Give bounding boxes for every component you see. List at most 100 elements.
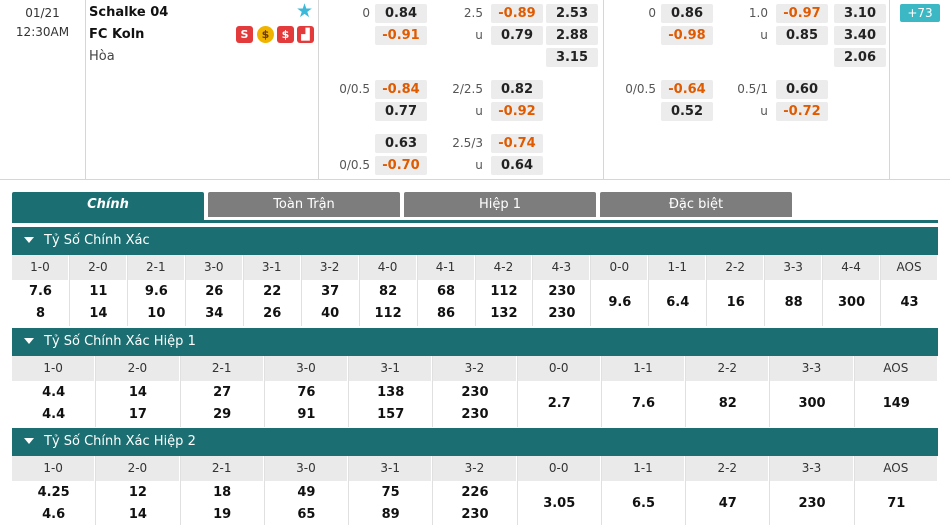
score-odd[interactable]: 7.6 bbox=[12, 281, 69, 303]
tab-first-half[interactable]: Hiệp 1 bbox=[404, 192, 596, 217]
score-odd[interactable]: 2.7 bbox=[518, 393, 601, 415]
hdp-away-odd[interactable]: -0.91 bbox=[375, 26, 427, 45]
score-odd[interactable]: 7.6 bbox=[602, 393, 685, 415]
section-header[interactable]: Tỷ Số Chính Xác bbox=[12, 227, 938, 255]
score-odd[interactable]: 82 bbox=[686, 393, 769, 415]
hdp-away-odd[interactable]: 0.77 bbox=[375, 102, 427, 121]
score-odd[interactable]: 76 bbox=[265, 382, 348, 404]
score-odd[interactable]: 14 bbox=[96, 504, 179, 525]
ou-under-odd[interactable]: 0.64 bbox=[491, 156, 543, 175]
ou-under-odd[interactable]: 0.79 bbox=[491, 26, 543, 45]
section-header[interactable]: Tỷ Số Chính Xác Hiệp 2 bbox=[12, 428, 938, 456]
score-odd[interactable]: 17 bbox=[96, 404, 179, 426]
h1-ou-under-odd[interactable]: -0.72 bbox=[776, 102, 828, 121]
collapse-arrow-icon[interactable] bbox=[24, 236, 34, 243]
score-odd[interactable]: 6.5 bbox=[602, 493, 685, 515]
score-odd[interactable]: 230 bbox=[433, 382, 516, 404]
score-odd[interactable]: 230 bbox=[770, 493, 853, 515]
score-odd[interactable]: 89 bbox=[349, 504, 432, 525]
h1-hdp-home-odd[interactable]: 0.86 bbox=[661, 4, 713, 23]
score-odd[interactable]: 230 bbox=[433, 504, 516, 525]
score-odd[interactable]: 300 bbox=[770, 393, 853, 415]
ou-over-odd[interactable]: 0.82 bbox=[491, 80, 543, 99]
h1-x12-away-odd[interactable]: 3.40 bbox=[834, 26, 886, 45]
tab-full-match[interactable]: Toàn Trận bbox=[208, 192, 400, 217]
score-odd[interactable]: 34 bbox=[186, 303, 243, 325]
h1-x12-home-odd[interactable]: 3.10 bbox=[834, 4, 886, 23]
home-team[interactable]: Schalke 04 bbox=[89, 5, 168, 20]
score-odd[interactable]: 65 bbox=[265, 504, 348, 525]
score-odd[interactable]: 11 bbox=[70, 281, 127, 303]
score-odd[interactable]: 12 bbox=[96, 482, 179, 504]
x12-draw-odd[interactable]: 3.15 bbox=[546, 48, 598, 67]
score-odd[interactable]: 230 bbox=[533, 281, 590, 303]
score-odd[interactable]: 75 bbox=[349, 482, 432, 504]
h1-hdp-away-odd[interactable]: 0.52 bbox=[661, 102, 713, 121]
score-odd[interactable]: 49 bbox=[265, 482, 348, 504]
score-odd[interactable]: 16 bbox=[707, 292, 764, 314]
tab-main[interactable]: Chính bbox=[12, 192, 204, 220]
chart-icon[interactable]: ▟ bbox=[297, 26, 314, 43]
score-odd[interactable]: 22 bbox=[244, 281, 301, 303]
score-odd[interactable]: 112 bbox=[360, 303, 417, 325]
favorite-star-icon[interactable]: ★ bbox=[296, 2, 313, 21]
score-odd[interactable]: 4.4 bbox=[12, 404, 95, 426]
score-odd[interactable]: 19 bbox=[181, 504, 264, 525]
score-odd[interactable]: 68 bbox=[418, 281, 475, 303]
score-odd[interactable]: 82 bbox=[360, 281, 417, 303]
score-odd[interactable]: 29 bbox=[181, 404, 264, 426]
away-team[interactable]: FC Koln bbox=[89, 27, 144, 42]
score-odd[interactable]: 230 bbox=[533, 303, 590, 325]
score-odd[interactable]: 9.6 bbox=[591, 292, 648, 314]
more-markets-button[interactable]: +73 bbox=[900, 4, 940, 22]
ou-over-odd[interactable]: -0.74 bbox=[491, 134, 543, 153]
ou-over-odd[interactable]: -0.89 bbox=[491, 4, 543, 23]
dollar-icon[interactable]: $ bbox=[277, 26, 294, 43]
score-odd[interactable]: 149 bbox=[855, 393, 938, 415]
score-odd[interactable]: 8 bbox=[12, 303, 69, 325]
x12-home-odd[interactable]: 2.53 bbox=[546, 4, 598, 23]
score-odd[interactable]: 4.4 bbox=[12, 382, 95, 404]
score-odd[interactable]: 9.6 bbox=[128, 281, 185, 303]
ou-under-odd[interactable]: -0.92 bbox=[491, 102, 543, 121]
score-odd[interactable]: 37 bbox=[302, 281, 359, 303]
score-odd[interactable]: 26 bbox=[244, 303, 301, 325]
score-odd[interactable]: 18 bbox=[181, 482, 264, 504]
hdp-home-odd[interactable]: 0.63 bbox=[375, 134, 427, 153]
score-odd[interactable]: 226 bbox=[433, 482, 516, 504]
score-odd[interactable]: 112 bbox=[476, 281, 533, 303]
section-header[interactable]: Tỷ Số Chính Xác Hiệp 1 bbox=[12, 328, 938, 356]
score-odd[interactable]: 14 bbox=[96, 382, 179, 404]
score-odd[interactable]: 86 bbox=[418, 303, 475, 325]
score-odd[interactable]: 132 bbox=[476, 303, 533, 325]
h1-ou-over-odd[interactable]: -0.97 bbox=[776, 4, 828, 23]
score-odd[interactable]: 300 bbox=[823, 292, 880, 314]
score-odd[interactable]: 4.25 bbox=[12, 482, 95, 504]
score-odd[interactable]: 4.6 bbox=[12, 504, 95, 525]
score-odd[interactable]: 27 bbox=[181, 382, 264, 404]
score-odd[interactable]: 47 bbox=[686, 493, 769, 515]
score-odd[interactable]: 157 bbox=[349, 404, 432, 426]
score-odd[interactable]: 43 bbox=[881, 292, 938, 314]
tab-special[interactable]: Đặc biệt bbox=[600, 192, 792, 217]
score-odd[interactable]: 91 bbox=[265, 404, 348, 426]
coin-icon[interactable]: $ bbox=[257, 26, 274, 43]
score-odd[interactable]: 71 bbox=[855, 493, 938, 515]
collapse-arrow-icon[interactable] bbox=[24, 437, 34, 444]
x12-away-odd[interactable]: 2.88 bbox=[546, 26, 598, 45]
h1-hdp-home-odd[interactable]: -0.64 bbox=[661, 80, 713, 99]
score-odd[interactable]: 88 bbox=[765, 292, 822, 314]
hdp-home-odd[interactable]: -0.84 bbox=[375, 80, 427, 99]
h1-hdp-away-odd[interactable]: -0.98 bbox=[661, 26, 713, 45]
score-odd[interactable]: 40 bbox=[302, 303, 359, 325]
score-odd[interactable]: 26 bbox=[186, 281, 243, 303]
score-odd[interactable]: 6.4 bbox=[649, 292, 706, 314]
h1-ou-over-odd[interactable]: 0.60 bbox=[776, 80, 828, 99]
score-odd[interactable]: 10 bbox=[128, 303, 185, 325]
hdp-home-odd[interactable]: 0.84 bbox=[375, 4, 427, 23]
h1-ou-under-odd[interactable]: 0.85 bbox=[776, 26, 828, 45]
score-odd[interactable]: 14 bbox=[70, 303, 127, 325]
score-odd[interactable]: 138 bbox=[349, 382, 432, 404]
collapse-arrow-icon[interactable] bbox=[24, 337, 34, 344]
score-odd[interactable]: 230 bbox=[433, 404, 516, 426]
